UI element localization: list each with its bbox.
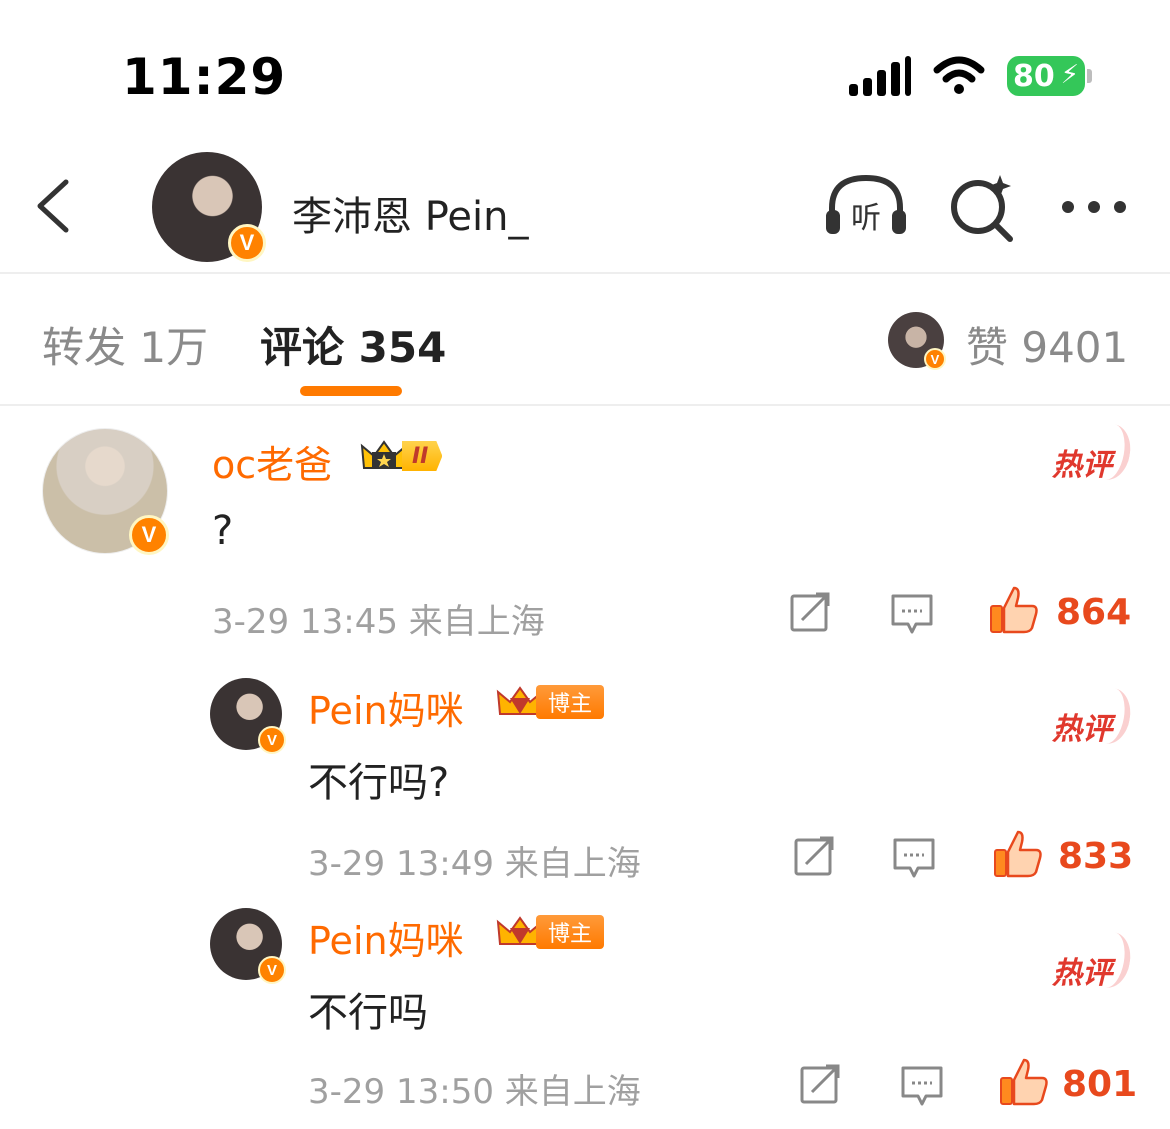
commenter-avatar[interactable]: V xyxy=(210,678,286,754)
comment-meta: 3-29 13:49 来自上海 xyxy=(308,836,641,885)
comment-text: ? xyxy=(212,508,234,554)
comment-text: 不行吗? xyxy=(308,760,450,806)
verified-badge-icon: V xyxy=(129,515,169,555)
status-bar: 11:29 80 ⚡ xyxy=(0,0,1170,140)
wifi-icon xyxy=(933,56,985,94)
listen-button[interactable]: 听 xyxy=(824,170,908,244)
verified-badge-icon: V xyxy=(258,726,286,754)
reply-icon[interactable] xyxy=(890,592,934,636)
status-icons: 80 ⚡ xyxy=(849,56,1092,96)
tab-comments[interactable]: 评论 354 xyxy=(260,314,446,375)
verified-badge-icon: V xyxy=(924,348,946,370)
search-button[interactable] xyxy=(940,170,1024,244)
author-avatar[interactable]: V xyxy=(152,152,266,262)
battery-icon: 80 ⚡ xyxy=(1007,56,1085,96)
battery-cap xyxy=(1087,69,1092,83)
crown-icon xyxy=(360,440,408,469)
commenter-name[interactable]: oc老爸 xyxy=(212,434,332,489)
level-tag: II xyxy=(402,441,443,471)
blogger-tag: 博主 xyxy=(536,685,605,719)
cellular-signal-icon xyxy=(849,56,911,96)
comment-meta: 3-29 13:45 来自上海 xyxy=(212,594,545,643)
active-tab-indicator xyxy=(300,386,402,396)
level-badge: II xyxy=(360,438,443,474)
tab-likes[interactable]: 赞 9401 xyxy=(966,314,1128,375)
like-thumb-icon[interactable] xyxy=(992,828,1044,880)
reply-icon[interactable] xyxy=(900,1064,944,1108)
like-thumb-icon[interactable] xyxy=(988,584,1040,636)
battery-percent: 80 xyxy=(1013,58,1055,94)
tab-bar: 转发 1万 评论 354 V 赞 9401 xyxy=(0,276,1170,406)
headphones-icon: 听 xyxy=(826,174,906,236)
like-thumb-icon[interactable] xyxy=(998,1056,1050,1108)
commenter-avatar[interactable]: V xyxy=(210,908,286,984)
comment-time: 3-29 13:50 xyxy=(308,1072,494,1112)
verified-badge-icon: V xyxy=(228,224,266,262)
commenter-name[interactable]: Pein妈咪 xyxy=(308,910,464,965)
comment-meta: 3-29 13:50 来自上海 xyxy=(308,1064,641,1113)
more-dots-icon xyxy=(1062,201,1126,213)
svg-text:听: 听 xyxy=(851,201,881,236)
repost-icon[interactable] xyxy=(788,590,832,634)
hot-comment-label: 热评 xyxy=(1052,948,1112,992)
repost-icon[interactable] xyxy=(792,834,836,878)
comment-text: 不行吗 xyxy=(308,990,428,1036)
comment-location: 来自上海 xyxy=(504,844,641,884)
like-count: 801 xyxy=(1062,1064,1138,1105)
tab-repost[interactable]: 转发 1万 xyxy=(42,314,208,375)
back-arrow-icon[interactable] xyxy=(30,176,80,236)
comment-item: V oc老爸 II 热评 ? 3-29 13:45 来自上海 864 xyxy=(0,408,1170,648)
hot-comment-label: 热评 xyxy=(1052,704,1112,748)
search-sparkle-icon xyxy=(951,175,1013,242)
charging-bolt-icon: ⚡ xyxy=(1060,60,1079,90)
comment-time: 3-29 13:49 xyxy=(308,844,494,884)
author-name[interactable]: 李沛恩 Pein_ xyxy=(292,184,528,242)
hot-comment-label: 热评 xyxy=(1052,440,1112,484)
liker-avatar: V xyxy=(888,312,946,370)
repost-icon[interactable] xyxy=(798,1062,842,1106)
comment-location: 来自上海 xyxy=(504,1072,641,1112)
blogger-badge: 博主 xyxy=(496,684,605,720)
reply-icon[interactable] xyxy=(892,836,936,880)
blogger-tag: 博主 xyxy=(536,915,605,949)
like-count: 833 xyxy=(1058,836,1134,877)
commenter-name[interactable]: Pein妈咪 xyxy=(308,680,464,735)
status-time: 11:29 xyxy=(122,48,287,106)
post-header: V 李沛恩 Pein_ 听 xyxy=(0,140,1170,274)
commenter-avatar[interactable]: V xyxy=(42,428,169,555)
blogger-badge: 博主 xyxy=(496,914,605,950)
reply-item: V Pein妈咪 博主 热评 不行吗? 3-29 13:49 来自上海 833 xyxy=(0,668,1170,888)
comment-location: 来自上海 xyxy=(408,602,545,642)
reply-item: V Pein妈咪 博主 热评 不行吗 3-29 13:50 来自上海 801 xyxy=(0,898,1170,1118)
comment-time: 3-29 13:45 xyxy=(212,602,398,642)
verified-badge-icon: V xyxy=(258,956,286,984)
more-button[interactable] xyxy=(1052,170,1136,244)
like-count: 864 xyxy=(1056,592,1132,633)
